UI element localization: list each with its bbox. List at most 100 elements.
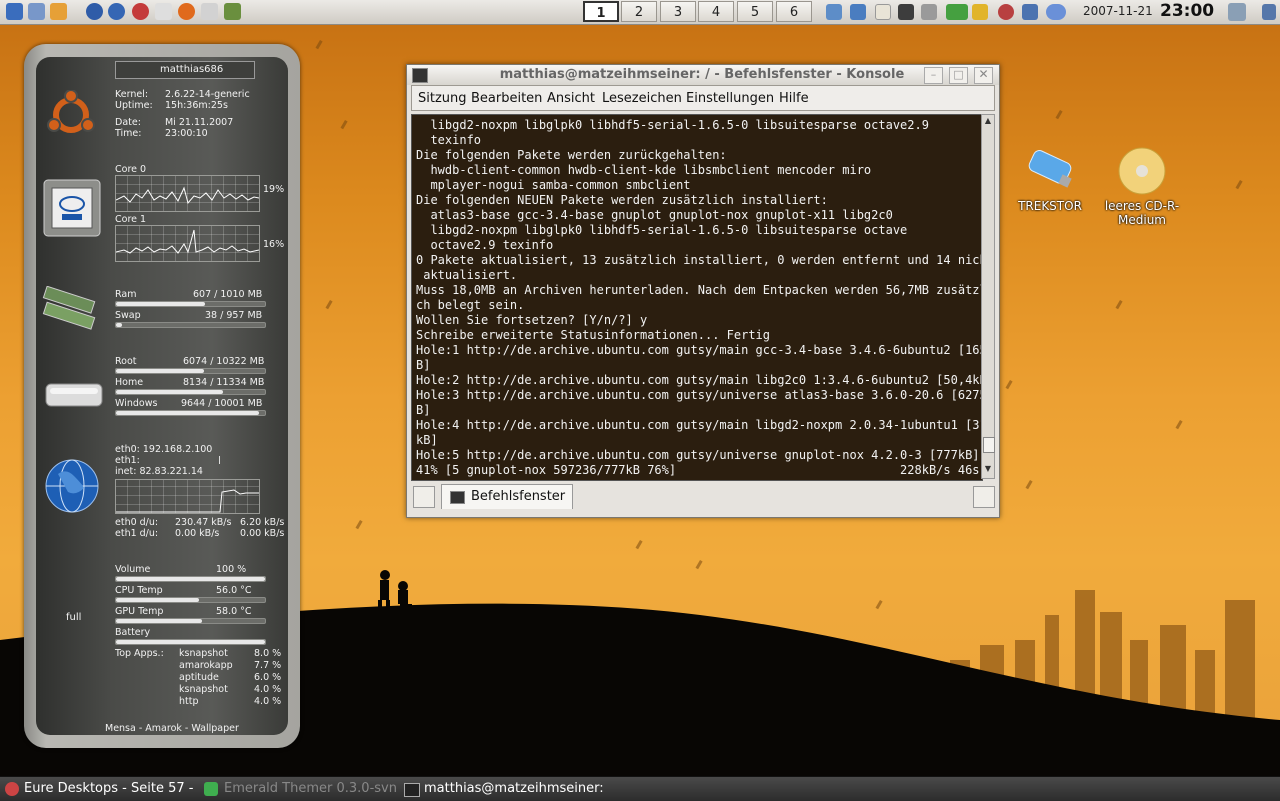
opera-icon[interactable] <box>132 3 149 20</box>
bluetooth-icon[interactable] <box>898 4 914 20</box>
menu-hilfe[interactable]: Hilfe <box>779 91 809 106</box>
eth1-du-label: eth1 d/u: <box>115 528 159 539</box>
task-konsole[interactable]: matthias@matzeihmseiner: <box>424 781 604 796</box>
menu-sitzung[interactable]: Sitzung <box>418 91 467 106</box>
scrollbar-thumb[interactable] <box>983 437 995 453</box>
time-value: 23:00:10 <box>165 128 208 139</box>
uptime-value: 15h:36m:25s <box>165 100 228 111</box>
new-session-icon[interactable] <box>413 486 435 508</box>
panel-clock[interactable]: 23:00 <box>1160 1 1214 21</box>
konqueror-task-icon <box>5 782 19 796</box>
desktop-pager-4[interactable]: 4 <box>698 1 734 22</box>
top-app-pct: 4.0 % <box>254 696 282 707</box>
terminal-line: Hole:2 http://de.archive.ubuntu.com guts… <box>416 373 983 387</box>
volume-bar[interactable] <box>115 576 266 582</box>
cpu-chip-icon <box>43 179 101 237</box>
menu-bearbeiten[interactable]: Bearbeiten <box>471 91 542 106</box>
clipboard-icon[interactable] <box>201 3 218 20</box>
ram-bar <box>115 301 266 307</box>
minimize-icon[interactable]: – <box>924 67 943 84</box>
eth0-ip: eth0: 192.168.2.100 <box>115 444 213 455</box>
desktop-pager-1[interactable]: 1 <box>583 1 619 22</box>
menu-lesezeichen[interactable]: Lesezeichen <box>602 91 682 106</box>
weather-icon[interactable] <box>1046 4 1066 20</box>
scroll-down-icon[interactable]: ▼ <box>983 464 993 474</box>
top-panel: 1 2 3 4 5 6 2007-11-21 23:00 <box>0 0 1280 25</box>
desktop-pager-3[interactable]: 3 <box>660 1 696 22</box>
desktop-pager-2[interactable]: 2 <box>621 1 657 22</box>
eth0-du-label: eth0 d/u: <box>115 517 159 528</box>
core1-graph <box>115 225 260 262</box>
eth0-down: 230.47 kB/s <box>175 517 232 528</box>
top-app-name: aptitude <box>179 672 219 683</box>
core1-percent: 16% <box>263 239 285 250</box>
kernel-value: 2.6.22-14-generic <box>165 89 250 100</box>
cd-r-medium-icon[interactable]: leeres CD-R-Medium <box>1100 146 1184 227</box>
terminal-scrollbar[interactable]: ▲ ▼ <box>981 114 995 479</box>
volume-icon[interactable] <box>1022 4 1038 20</box>
desktop-icon[interactable] <box>28 3 45 20</box>
top-app-pct: 6.0 % <box>254 672 282 683</box>
swap-label: Swap <box>115 310 141 321</box>
maximize-icon[interactable]: □ <box>949 67 968 84</box>
terminal-output[interactable]: libgd2-noxpm libglpk0 libhdf5-serial-1.6… <box>411 114 983 481</box>
ubuntu-logo-icon <box>47 90 95 133</box>
terminal-line: mplayer-nogui samba-common smbclient <box>416 178 691 192</box>
network-icon[interactable] <box>826 4 842 20</box>
home-value: 8134 / 11334 MB <box>183 377 265 388</box>
terminal-icon[interactable] <box>412 68 428 83</box>
eth1-up: 0.00 kB/s <box>240 528 285 539</box>
menu-ansicht[interactable]: Ansicht <box>547 91 595 106</box>
terminal-line: aktualisiert. <box>416 268 518 282</box>
desktop-pager-5[interactable]: 5 <box>737 1 773 22</box>
text-editor-icon[interactable] <box>155 3 172 20</box>
logout-icon[interactable] <box>1262 4 1276 20</box>
home-icon[interactable] <box>50 3 67 20</box>
terminal-line: Die folgenden NEUEN Pakete werden zusätz… <box>416 193 828 207</box>
package-icon[interactable] <box>224 3 241 20</box>
task-emerald-themer[interactable]: Emerald Themer 0.3.0-svn <box>224 781 397 796</box>
tab-befehlsfenster[interactable]: Befehlsfenster <box>441 484 573 509</box>
top-app-name: ksnapshot <box>179 684 228 695</box>
trekstor-usb-icon[interactable]: TREKSTOR <box>1016 146 1084 213</box>
firefox-icon[interactable] <box>178 3 195 20</box>
konsole-titlebar[interactable]: matthias@matzeihmseiner: / - Befehlsfens… <box>407 65 999 85</box>
gpu-temp-value: 58.0 °C <box>216 606 252 617</box>
trekstor-label: TREKSTOR <box>1018 199 1082 213</box>
globe-network-icon <box>45 459 99 513</box>
menu-einstellungen[interactable]: Einstellungen <box>686 91 774 106</box>
konqueror-icon[interactable] <box>86 3 103 20</box>
cpu-temp-value: 56.0 °C <box>216 585 252 596</box>
browser-icon[interactable] <box>108 3 125 20</box>
tab-label: Befehlsfenster <box>471 489 566 504</box>
inet-ip: inet: 82.83.221.14 <box>115 466 203 477</box>
memory-ram-icon <box>42 286 96 330</box>
terminal-line: 41% [5 gnuplot-nox 597236/777kB 76%] 228… <box>416 463 980 477</box>
eth0-up: 6.20 kB/s <box>240 517 285 528</box>
kmenu-icon[interactable] <box>6 3 23 20</box>
task-eure-desktops[interactable]: Eure Desktops - Seite 57 - <box>24 781 193 796</box>
amarok-icon[interactable] <box>998 4 1014 20</box>
battery-icon[interactable] <box>946 4 968 20</box>
close-icon[interactable]: ✕ <box>974 67 993 84</box>
swap-bar <box>115 322 266 328</box>
warning-icon[interactable] <box>972 4 988 20</box>
klipper-icon[interactable] <box>875 4 891 20</box>
emerald-task-icon <box>204 782 218 796</box>
root-value: 6074 / 10322 MB <box>183 356 265 367</box>
scroll-up-icon[interactable]: ▲ <box>983 116 993 126</box>
close-session-icon[interactable] <box>973 486 995 508</box>
windows-value: 9644 / 10001 MB <box>181 398 263 409</box>
gpu-temp-bar <box>115 618 266 624</box>
network-2-icon[interactable] <box>850 4 866 20</box>
terminal-tab-icon <box>450 491 465 504</box>
desktop-pager-6[interactable]: 6 <box>776 1 812 22</box>
battery-label: Battery <box>115 627 151 638</box>
terminal-line: Hole:1 http://de.archive.ubuntu.com guts… <box>416 343 983 357</box>
date-value: Mi 21.11.2007 <box>165 117 234 128</box>
top-apps-label: Top Apps.: <box>115 648 164 659</box>
top-app-name: amarokapp <box>179 660 233 671</box>
lock-screen-icon[interactable] <box>1228 3 1246 21</box>
cd-r-label: leeres CD-R-Medium <box>1104 199 1180 227</box>
tool-icon[interactable] <box>921 4 937 20</box>
